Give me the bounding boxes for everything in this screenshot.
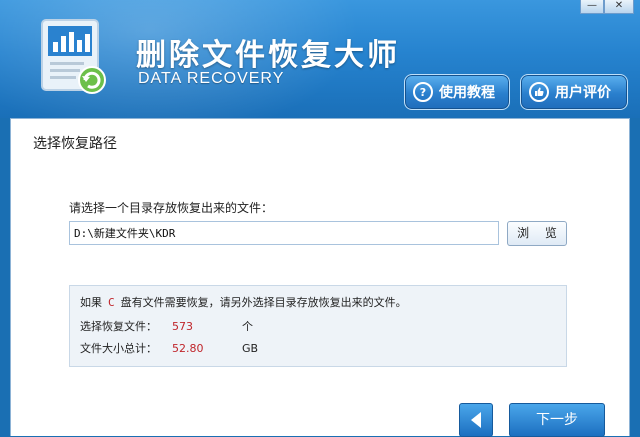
page-title: 选择恢复路径 bbox=[33, 136, 117, 152]
tutorial-button[interactable]: ? 使用教程 bbox=[404, 74, 510, 110]
file-count-row: 选择恢复文件： 573 个 bbox=[80, 318, 253, 334]
file-size-row: 文件大小总计： 52.80 GB bbox=[80, 340, 258, 356]
minimize-button[interactable]: — bbox=[580, 0, 604, 14]
next-button[interactable]: 下一步 bbox=[509, 403, 605, 437]
close-button[interactable]: ✕ bbox=[604, 0, 634, 14]
file-count-label: 选择恢复文件： bbox=[80, 320, 157, 333]
arrow-left-icon bbox=[471, 412, 481, 428]
path-input[interactable] bbox=[69, 221, 499, 245]
drive-letter: C bbox=[108, 296, 115, 309]
file-count-unit: 个 bbox=[242, 320, 253, 333]
browse-button[interactable]: 浏 览 bbox=[507, 221, 567, 246]
file-size-unit: GB bbox=[242, 342, 259, 355]
thumbs-up-icon bbox=[529, 82, 549, 102]
info-suffix: 盘有文件需要恢复，请另外选择目录存放恢复出来的文件。 bbox=[120, 296, 407, 309]
info-box: 如果 C 盘有文件需要恢复，请另外选择目录存放恢复出来的文件。 选择恢复文件： 573… bbox=[69, 285, 567, 367]
info-notice: 如果 C 盘有文件需要恢复，请另外选择目录存放恢复出来的文件。 bbox=[80, 294, 407, 310]
app-subtitle: DATA RECOVERY bbox=[138, 70, 285, 87]
main-panel: 选择恢复路径 请选择一个目录存放恢复出来的文件： 浏 览 如果 C 盘有文件需要恢复… bbox=[10, 118, 630, 437]
path-prompt: 请选择一个目录存放恢复出来的文件： bbox=[69, 201, 274, 215]
review-button[interactable]: 用户评价 bbox=[520, 74, 628, 110]
back-button[interactable] bbox=[459, 403, 493, 437]
file-size-value: 52.80 bbox=[172, 342, 204, 355]
file-size-label: 文件大小总计： bbox=[80, 342, 157, 355]
question-icon: ? bbox=[413, 82, 433, 102]
file-count-value: 573 bbox=[172, 320, 193, 333]
document-chart-logo-icon bbox=[41, 19, 106, 94]
app-title: 删除文件恢复大师 bbox=[136, 38, 400, 73]
review-label: 用户评价 bbox=[555, 85, 611, 101]
app-header: 删除文件恢复大师 DATA RECOVERY — ✕ ? 使用教程 用户评价 bbox=[0, 0, 640, 118]
tutorial-label: 使用教程 bbox=[439, 85, 495, 101]
info-prefix: 如果 bbox=[80, 296, 102, 309]
